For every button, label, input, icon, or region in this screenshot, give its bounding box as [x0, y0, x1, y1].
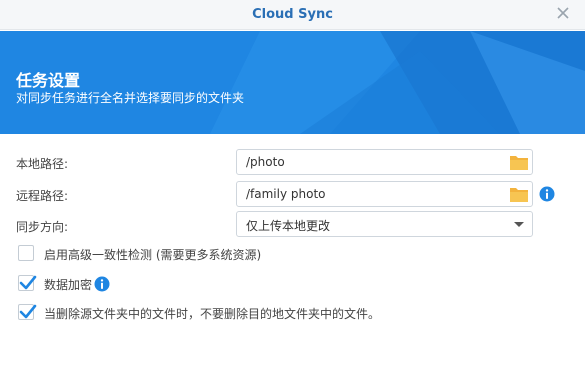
- checkmark-icon: [19, 275, 37, 290]
- local-path-value: /photo: [246, 155, 285, 169]
- consistency-check-checkbox[interactable]: [18, 245, 34, 261]
- folder-icon[interactable]: [509, 153, 529, 171]
- remote-path-field[interactable]: /family photo: [236, 181, 533, 207]
- local-path-label: 本地路径:: [16, 157, 69, 171]
- sync-direction-value: 仅上传本地更改: [246, 219, 331, 233]
- chevron-down-icon: [514, 222, 524, 227]
- keep-destination-files-option[interactable]: 当删除源文件夹中的文件时，不要删除目的地文件夹中的文件。: [18, 303, 418, 323]
- remote-path-label: 远程路径:: [16, 189, 69, 203]
- window-title: Cloud Sync: [252, 7, 333, 22]
- data-encryption-checkbox[interactable]: [18, 275, 37, 291]
- sync-direction-select[interactable]: 仅上传本地更改: [236, 211, 533, 237]
- checkmark-icon: [19, 304, 37, 319]
- info-icon[interactable]: [94, 276, 110, 292]
- window-titlebar: Cloud Sync: [0, 0, 585, 30]
- remote-path-value: /family photo: [246, 187, 326, 201]
- keep-destination-files-checkbox[interactable]: [18, 304, 37, 320]
- page-title: 任务设置: [16, 71, 81, 90]
- consistency-check-label: 启用高级一致性检测 (需要更多系统资源): [44, 248, 262, 262]
- consistency-check-option[interactable]: 启用高级一致性检测 (需要更多系统资源): [18, 244, 298, 264]
- local-path-field[interactable]: /photo: [236, 149, 533, 175]
- header-banner: 任务设置 对同步任务进行全名并选择要同步的文件夹: [0, 31, 585, 134]
- keep-destination-files-label: 当删除源文件夹中的文件时，不要删除目的地文件夹中的文件。: [44, 307, 381, 321]
- sync-direction-label: 同步方向:: [16, 220, 69, 234]
- folder-icon[interactable]: [509, 185, 529, 203]
- page-subtitle: 对同步任务进行全名并选择要同步的文件夹: [16, 91, 245, 105]
- data-encryption-label: 数据加密: [44, 278, 93, 292]
- task-settings-form: 本地路径: /photo 远程路径: /family photo 同步方向: 仅…: [0, 134, 585, 391]
- close-icon[interactable]: [555, 5, 571, 21]
- banner-background: [0, 31, 585, 134]
- info-icon[interactable]: [539, 186, 555, 202]
